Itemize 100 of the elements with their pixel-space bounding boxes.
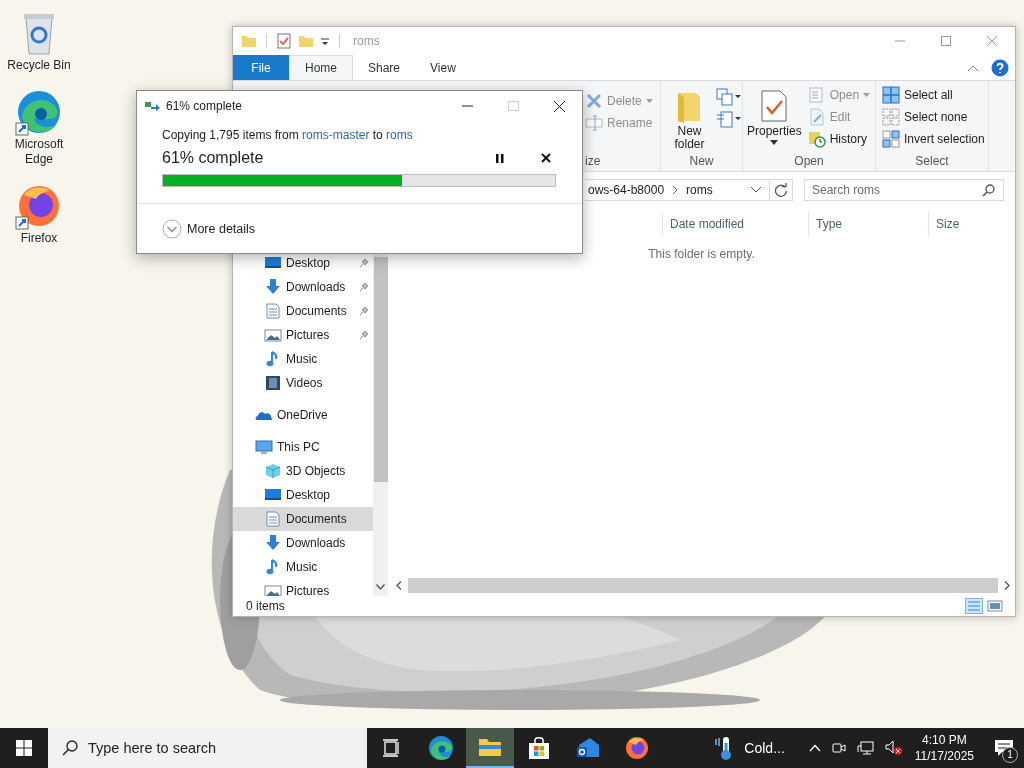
- nav-item[interactable]: Downloads: [233, 275, 373, 299]
- nav-item[interactable]: OneDrive: [233, 403, 373, 427]
- status-text: 0 items: [246, 599, 285, 613]
- image-icon: [264, 583, 282, 596]
- document-icon: [264, 511, 282, 527]
- maximize-icon: [507, 101, 519, 111]
- ribbon-button[interactable]: Select none: [882, 108, 985, 126]
- ribbon-tab[interactable]: View: [415, 55, 471, 80]
- camera-icon[interactable]: [830, 740, 847, 756]
- nav-item[interactable]: Videos: [233, 371, 373, 395]
- large-icons-view-icon[interactable]: [987, 599, 1003, 613]
- nav-item[interactable]: Documents: [233, 507, 373, 531]
- taskbar-search-field[interactable]: Type here to search: [48, 728, 367, 768]
- close-icon: [541, 153, 551, 163]
- dashed-grid-icon: [882, 108, 900, 126]
- document-icon: [264, 303, 282, 319]
- pin-icon: [359, 258, 369, 268]
- image-icon: [264, 327, 282, 343]
- easy-access-icon[interactable]: [716, 110, 742, 128]
- nav-item[interactable]: 3D Objects: [233, 459, 373, 483]
- maximize-icon: [941, 36, 951, 46]
- store-bag-icon: [526, 735, 552, 761]
- nav-item[interactable]: Pictures: [233, 579, 373, 596]
- chevron-down-icon[interactable]: [376, 584, 385, 590]
- desktop-icon-label: Recycle Bin: [6, 58, 72, 73]
- pin-icon: [359, 282, 369, 292]
- column-header[interactable]: Type: [808, 212, 928, 237]
- windows-logo-icon: [16, 740, 32, 756]
- ribbon-big-button[interactable]: New folder: [669, 86, 710, 153]
- empty-message: This folder is empty.: [647, 247, 756, 261]
- folder-link[interactable]: roms-master: [302, 128, 370, 142]
- clock[interactable]: 4:10 PM 11/17/2025: [914, 732, 974, 764]
- chevron-down-icon[interactable]: [751, 187, 761, 193]
- scrollbar-thumb[interactable]: [408, 578, 998, 593]
- ribbon-tab[interactable]: File: [233, 55, 289, 80]
- ribbon-button[interactable]: History: [807, 130, 871, 148]
- dialog-title: 61% complete: [166, 99, 243, 113]
- checklist-icon[interactable]: [276, 33, 292, 49]
- nav-item[interactable]: Pictures: [233, 323, 373, 347]
- ribbon-button[interactable]: Select all: [882, 86, 985, 104]
- chevron-right-icon: [672, 186, 679, 194]
- address-bar[interactable]: ows-64-b8000 roms: [585, 179, 793, 201]
- pin-icon: [359, 306, 369, 316]
- help-icon[interactable]: [991, 58, 1009, 77]
- ribbon-group-label: Select: [914, 153, 950, 170]
- open-icon: [807, 86, 826, 104]
- search-icon: [982, 184, 995, 197]
- invert-grid-icon: [882, 130, 900, 148]
- nav-item[interactable]: Desktop: [233, 483, 373, 507]
- ribbon-big-button[interactable]: Properties: [747, 86, 802, 153]
- folder-link[interactable]: roms: [386, 128, 413, 142]
- nav-item[interactable]: This PC: [233, 435, 373, 459]
- close-icon: [987, 36, 997, 46]
- history-icon: [807, 130, 826, 148]
- chevron-up-icon[interactable]: [808, 744, 821, 752]
- nav-item[interactable]: Music: [233, 347, 373, 371]
- copy-icon: [145, 101, 161, 111]
- desktop-icon: [264, 487, 282, 503]
- ribbon-group-label: New: [688, 153, 715, 170]
- chevron-left-icon[interactable]: [396, 581, 402, 590]
- rename-icon: [585, 114, 603, 132]
- ribbon-group-label: ize: [585, 153, 601, 170]
- column-header[interactable]: Date modified: [662, 212, 808, 237]
- muted-speaker-icon[interactable]: [884, 740, 903, 756]
- caret-icon: [645, 99, 653, 103]
- column-header[interactable]: Size: [928, 212, 1007, 237]
- nav-item[interactable]: Desktop: [233, 251, 373, 275]
- window-title: roms: [353, 34, 380, 48]
- nav-item[interactable]: Music: [233, 555, 373, 579]
- progress-text: 61% complete: [162, 148, 264, 168]
- nav-item[interactable]: Downloads: [233, 531, 373, 555]
- more-details-button[interactable]: More details: [162, 218, 256, 239]
- desktop-icon-label: Firefox: [19, 231, 59, 246]
- breadcrumb[interactable]: ows-64-b8000: [588, 183, 665, 197]
- download-arrow-icon: [264, 279, 282, 295]
- edge-icon: [428, 735, 454, 761]
- chevron-right-icon[interactable]: [1004, 581, 1010, 590]
- caret-icon: [863, 93, 871, 97]
- desktop-icon: [264, 255, 282, 271]
- breadcrumb[interactable]: roms: [686, 183, 713, 197]
- notifications-button[interactable]: 1: [984, 728, 1024, 768]
- scrollbar-thumb[interactable]: [373, 257, 388, 482]
- caret-icon: [770, 140, 779, 145]
- network-icon[interactable]: [856, 740, 875, 756]
- ribbon-button[interactable]: Invert selection: [882, 130, 985, 148]
- search-field[interactable]: Search roms: [804, 179, 1004, 201]
- copy-message: Copying 1,795 items from roms-master to roms: [162, 128, 414, 143]
- grid-icon: [882, 86, 900, 104]
- search-icon: [62, 740, 78, 756]
- desktop-icon-label: Microsoft Edge: [13, 137, 65, 167]
- notification-count: 1: [1002, 747, 1018, 763]
- weather-widget[interactable]: Cold...: [714, 735, 785, 761]
- new-item-icon[interactable]: [716, 88, 742, 106]
- monitor-icon: [255, 439, 273, 455]
- ribbon-group-label: Open: [793, 153, 825, 170]
- film-icon: [264, 375, 282, 391]
- nav-item[interactable]: Documents: [233, 299, 373, 323]
- ribbon-tab[interactable]: Share: [353, 55, 416, 80]
- ribbon-tab[interactable]: Home: [289, 55, 353, 80]
- chevron-circle-icon: [162, 218, 182, 239]
